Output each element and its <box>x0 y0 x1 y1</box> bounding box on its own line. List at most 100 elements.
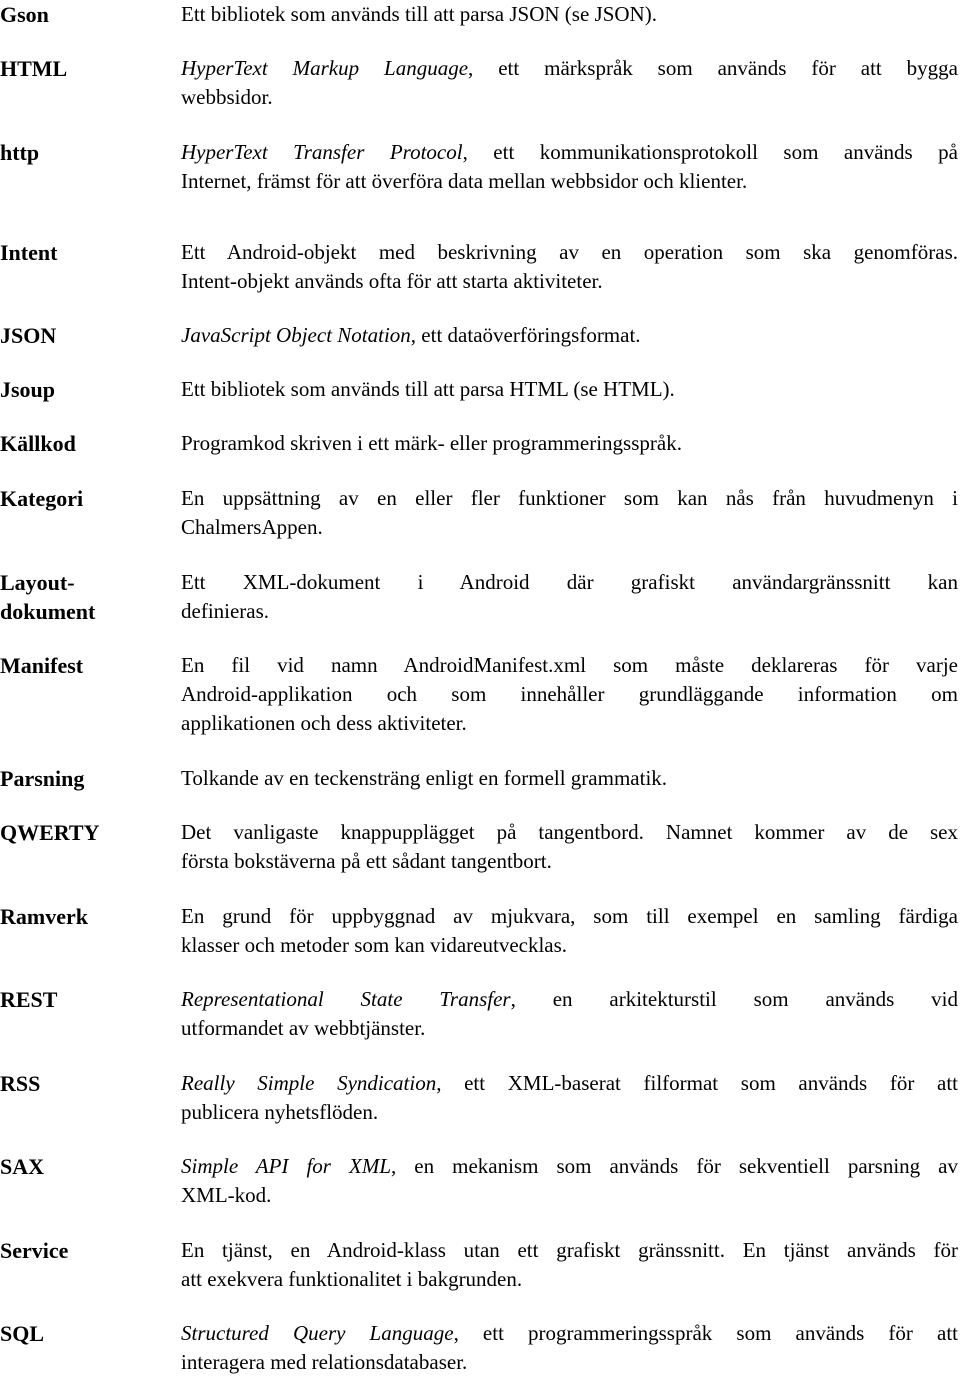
glossary-definition: Ett Android-objekt med beskrivning av en… <box>181 238 958 296</box>
definition-line: applikationen och dess aktiviteter. <box>181 709 958 738</box>
definition-text: att exekvera funktionalitet i bakgrunden… <box>181 1266 523 1291</box>
definition-line: att exekvera funktionalitet i bakgrunden… <box>181 1265 958 1294</box>
glossary-definition: Det vanligaste knappupplägget på tangent… <box>181 818 958 876</box>
glossary-term-line: Källkod <box>0 430 76 456</box>
definition-text: Programkod skriven i ett märk- eller pro… <box>181 430 682 455</box>
glossary-definition: Tolkande av en teckensträng enligt en fo… <box>181 764 958 793</box>
definition-line: Representational State Transfer, en arki… <box>181 985 958 1014</box>
glossary-definition: HyperText Transfer Protocol, ett kommuni… <box>181 138 958 196</box>
definition-line: En grund för uppbyggnad av mjukvara, som… <box>181 902 958 931</box>
glossary-term-line: Kategori <box>0 485 84 511</box>
glossary-definition: Structured Query Language, ett programme… <box>181 1319 958 1377</box>
definition-text: definieras. <box>181 598 270 623</box>
glossary-term-line: RSS <box>0 1070 41 1096</box>
definition-line: Tolkande av en teckensträng enligt en fo… <box>181 764 958 793</box>
definition-text: Intent-objekt används ofta för att start… <box>181 268 603 293</box>
definition-line: Ett bibliotek som används till att parsa… <box>181 375 958 404</box>
definition-text: Det vanligaste knappupplägget på tangent… <box>181 819 958 844</box>
definition-line: En fil vid namn AndroidManifest.xml som … <box>181 651 958 680</box>
glossary-term: Intent <box>0 238 175 267</box>
definition-line: En uppsättning av en eller fler funktion… <box>181 484 958 513</box>
definition-text: , ett märkspråk som används för att bygg… <box>468 55 958 80</box>
definition-line: ChalmersAppen. <box>181 513 958 542</box>
glossary-term-line: REST <box>0 986 58 1012</box>
definition-line: HyperText Transfer Protocol, ett kommuni… <box>181 138 958 167</box>
glossary-term: Källkod <box>0 429 175 458</box>
definition-text: , en arkitekturstil som används vid <box>510 986 958 1011</box>
definition-line: publicera nyhetsflöden. <box>181 1098 958 1127</box>
definition-expansion: JavaScript Object Notation <box>181 322 411 347</box>
definition-text: Ett bibliotek som används till att parsa… <box>181 376 675 401</box>
glossary-definition: Programkod skriven i ett märk- eller pro… <box>181 429 958 458</box>
glossary-definition: En fil vid namn AndroidManifest.xml som … <box>181 651 958 738</box>
definition-line: Det vanligaste knappupplägget på tangent… <box>181 818 958 847</box>
definition-line: första bokstäverna på ett sådant tangent… <box>181 847 958 876</box>
definition-text: Ett bibliotek som används till att parsa… <box>181 1 657 26</box>
glossary-term: Jsoup <box>0 375 175 404</box>
definition-expansion: Representational State Transfer <box>181 986 511 1011</box>
definition-text: första bokstäverna på ett sådant tangent… <box>181 848 552 873</box>
definition-line: Programkod skriven i ett märk- eller pro… <box>181 429 958 458</box>
definition-line: Ett bibliotek som används till att parsa… <box>181 0 958 29</box>
glossary-term: HTML <box>0 54 175 83</box>
definition-text: publicera nyhetsflöden. <box>181 1099 379 1124</box>
definition-line: En tjänst, en Android-klass utan ett gra… <box>181 1236 958 1265</box>
glossary-definition: Simple API for XML, en mekanism som anvä… <box>181 1152 958 1210</box>
glossary-term: Parsning <box>0 764 175 793</box>
definition-text: Internet, främst för att överföra data m… <box>181 168 748 193</box>
definition-text: , ett XML-baserat filformat som används … <box>436 1070 958 1095</box>
definition-line: Android-applikation och som innehåller g… <box>181 680 958 709</box>
glossary-definition: JavaScript Object Notation, ett dataöver… <box>181 321 958 350</box>
definition-line: Ett Android-objekt med beskrivning av en… <box>181 238 958 267</box>
glossary-definition: Ett bibliotek som används till att parsa… <box>181 375 958 404</box>
glossary-term: Ramverk <box>0 902 175 931</box>
definition-line: JavaScript Object Notation, ett dataöver… <box>181 321 958 350</box>
glossary-term: QWERTY <box>0 818 175 847</box>
definition-text: Tolkande av en teckensträng enligt en fo… <box>181 765 668 790</box>
glossary-term-line: dokument <box>0 598 96 624</box>
glossary-definition: HyperText Markup Language, ett märkspråk… <box>181 54 958 112</box>
definition-line: utformandet av webbtjänster. <box>181 1014 958 1043</box>
definition-line: Ett XML-dokument i Android där grafiskt … <box>181 568 958 597</box>
definition-line: Intent-objekt används ofta för att start… <box>181 267 958 296</box>
definition-text: applikationen och dess aktiviteter. <box>181 710 467 735</box>
glossary-term: REST <box>0 985 175 1014</box>
glossary-term-line: Ramverk <box>0 903 88 929</box>
glossary-term-line: HTML <box>0 55 68 81</box>
definition-text: interagera med relationsdatabaser. <box>181 1349 468 1374</box>
definition-text: utformandet av webbtjänster. <box>181 1015 426 1040</box>
glossary-term-line: QWERTY <box>0 819 100 845</box>
glossary-definition: Ett XML-dokument i Android där grafiskt … <box>181 568 958 626</box>
definition-expansion: Really Simple Syndication <box>181 1070 437 1095</box>
definition-text: , en mekanism som används för sekventiel… <box>391 1153 958 1178</box>
definition-line: Structured Query Language, ett programme… <box>181 1319 958 1348</box>
definition-line: HyperText Markup Language, ett märkspråk… <box>181 54 958 83</box>
definition-line: Simple API for XML, en mekanism som anvä… <box>181 1152 958 1181</box>
definition-line: interagera med relationsdatabaser. <box>181 1348 958 1377</box>
definition-line: klasser och metoder som kan vidareutveck… <box>181 931 958 960</box>
definition-text: En fil vid namn AndroidManifest.xml som … <box>181 652 958 677</box>
glossary-term-line: Parsning <box>0 765 85 791</box>
glossary-term: SAX <box>0 1152 175 1181</box>
definition-expansion: Structured Query Language <box>181 1320 454 1345</box>
glossary-term-line: Layout- <box>0 569 75 595</box>
definition-expansion: Simple API for XML <box>181 1153 391 1178</box>
glossary-term-line: SQL <box>0 1320 45 1346</box>
glossary-definition: En uppsättning av en eller fler funktion… <box>181 484 958 542</box>
glossary-term: JSON <box>0 321 175 350</box>
definition-text: , ett programmeringsspråk som används fö… <box>453 1320 958 1345</box>
definition-line: Really Simple Syndication, ett XML-baser… <box>181 1069 958 1098</box>
glossary-term-line: Manifest <box>0 652 84 678</box>
glossary-term-line: http <box>0 139 40 165</box>
definition-line: Internet, främst för att överföra data m… <box>181 167 958 196</box>
definition-text: XML-kod. <box>181 1182 272 1207</box>
glossary-term: Service <box>0 1236 175 1265</box>
glossary-definition: Ett bibliotek som används till att parsa… <box>181 0 958 29</box>
definition-text: webbsidor. <box>181 84 273 109</box>
glossary-term: Manifest <box>0 651 175 680</box>
definition-text: En uppsättning av en eller fler funktion… <box>181 485 958 510</box>
glossary-definition: Really Simple Syndication, ett XML-baser… <box>181 1069 958 1127</box>
glossary-term: Kategori <box>0 484 175 513</box>
definition-text: klasser och metoder som kan vidareutveck… <box>181 932 568 957</box>
glossary-term-line: Intent <box>0 239 58 265</box>
